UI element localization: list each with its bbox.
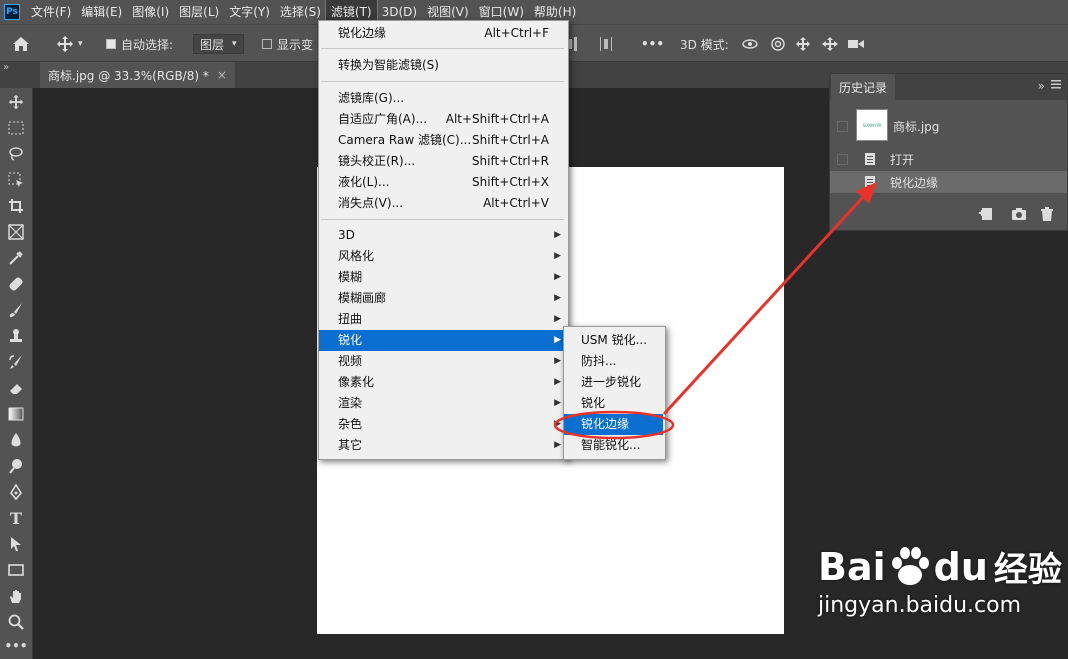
watermark-brand: Bai [818, 544, 886, 589]
baidu-watermark: Bai du 经验 jingyan.baidu.com [818, 542, 1062, 619]
watermark-brand-2: du [933, 544, 988, 589]
annotation-ellipse [553, 410, 675, 440]
watermark-url: jingyan.baidu.com [818, 593, 1022, 618]
watermark-cn: 经验 [993, 550, 1062, 590]
paw-icon [891, 546, 929, 585]
annotation-arrow-line [662, 194, 866, 416]
